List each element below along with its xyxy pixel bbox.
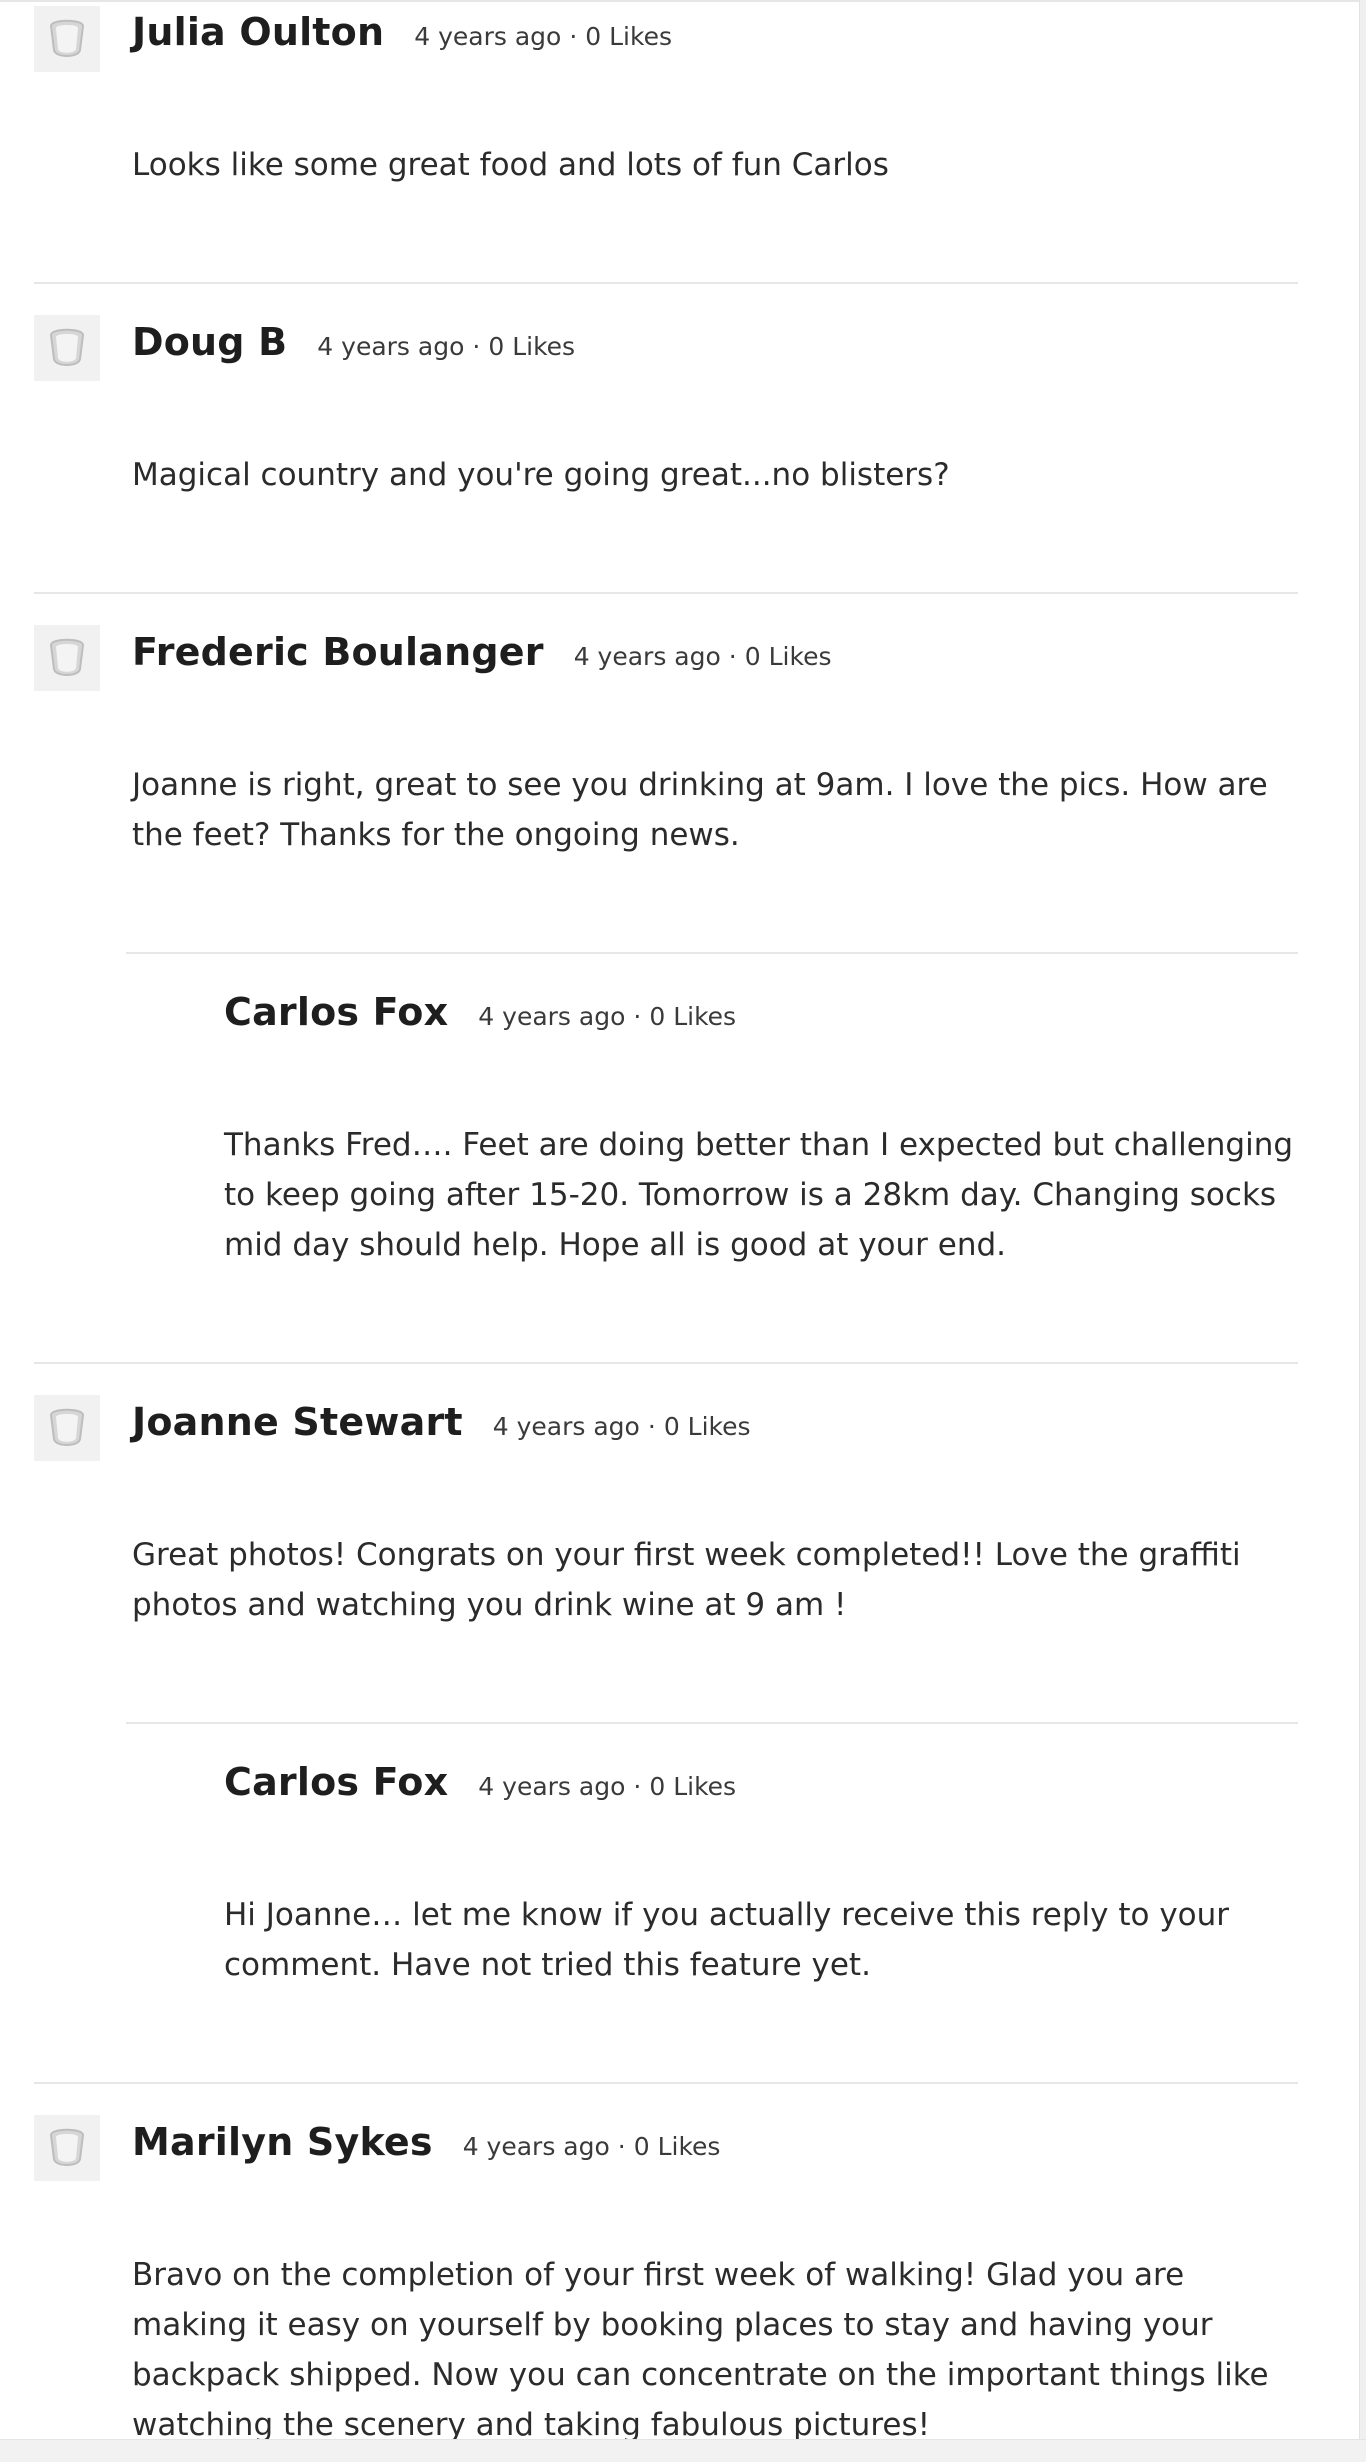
comment-time[interactable]: 4 years ago <box>493 1412 640 1441</box>
comment-likes[interactable]: 0 Likes <box>488 332 575 361</box>
comment-meta: 4 years ago · 0 Likes <box>493 1412 751 1441</box>
comment-author[interactable]: Joanne Stewart <box>132 1400 463 1444</box>
comment-meta: 4 years ago · 0 Likes <box>478 1002 736 1031</box>
comment-header: Frederic Boulanger 4 years ago · 0 Likes <box>132 630 831 674</box>
scrollbar-track[interactable] <box>1359 0 1366 2462</box>
comment-divider <box>126 952 1298 954</box>
comment-header: Carlos Fox 4 years ago · 0 Likes <box>224 1760 736 1804</box>
meta-separator: · <box>633 1002 642 1031</box>
comment-text: Joanne is right, great to see you drinki… <box>132 767 1268 853</box>
comment-text: Bravo on the completion of your first we… <box>132 2257 1269 2443</box>
meta-separator: · <box>633 1772 642 1801</box>
comment-header: Julia Oulton 4 years ago · 0 Likes <box>132 10 672 54</box>
comment-header: Joanne Stewart 4 years ago · 0 Likes <box>132 1400 751 1444</box>
comment-text: Thanks Fred…. Feet are doing better than… <box>224 1127 1294 1263</box>
comment-time[interactable]: 4 years ago <box>317 332 464 361</box>
avatar-placeholder-icon[interactable] <box>34 315 100 381</box>
comment-time[interactable]: 4 years ago <box>414 22 561 51</box>
comment-meta: 4 years ago · 0 Likes <box>414 22 672 51</box>
comments-page: Julia Oulton 4 years ago · 0 Likes Looks l… <box>0 0 1366 2462</box>
comment-text: Magical country and you're going great..… <box>132 457 950 493</box>
avatar-placeholder-icon[interactable] <box>34 625 100 691</box>
comment-likes[interactable]: 0 Likes <box>634 2132 721 2161</box>
comment-time[interactable]: 4 years ago <box>574 642 721 671</box>
comment-time[interactable]: 4 years ago <box>463 2132 610 2161</box>
comment-divider <box>34 1362 1298 1364</box>
comment-likes[interactable]: 0 Likes <box>649 1002 736 1031</box>
comment-author[interactable]: Doug B <box>132 320 287 364</box>
comment-author[interactable]: Julia Oulton <box>132 10 384 54</box>
comment-meta: 4 years ago · 0 Likes <box>478 1772 736 1801</box>
comment-text: Looks like some great food and lots of f… <box>132 147 889 183</box>
comment-author[interactable]: Carlos Fox <box>224 990 448 1034</box>
comment-likes[interactable]: 0 Likes <box>745 642 832 671</box>
comment-header: Doug B 4 years ago · 0 Likes <box>132 320 575 364</box>
comment-meta: 4 years ago · 0 Likes <box>574 642 832 671</box>
comment-time[interactable]: 4 years ago <box>478 1002 625 1031</box>
avatar-placeholder-icon[interactable] <box>34 1395 100 1461</box>
comment-likes[interactable]: 0 Likes <box>649 1772 736 1801</box>
comment-likes[interactable]: 0 Likes <box>664 1412 751 1441</box>
comment-author[interactable]: Carlos Fox <box>224 1760 448 1804</box>
comment-divider <box>34 2082 1298 2084</box>
avatar-placeholder-icon[interactable] <box>34 6 100 72</box>
comment-divider <box>126 1722 1298 1724</box>
comment-divider <box>34 592 1298 594</box>
comment-header: Marilyn Sykes 4 years ago · 0 Likes <box>132 2120 720 2164</box>
comment-meta: 4 years ago · 0 Likes <box>317 332 575 361</box>
comment-divider <box>34 282 1298 284</box>
meta-separator: · <box>617 2132 626 2161</box>
comment-author[interactable]: Marilyn Sykes <box>132 2120 433 2164</box>
comment-author[interactable]: Frederic Boulanger <box>132 630 544 674</box>
comment-likes[interactable]: 0 Likes <box>585 22 672 51</box>
comment-header: Carlos Fox 4 years ago · 0 Likes <box>224 990 736 1034</box>
comment-time[interactable]: 4 years ago <box>478 1772 625 1801</box>
top-edge <box>0 0 1366 2</box>
meta-separator: · <box>472 332 481 361</box>
meta-separator: · <box>647 1412 656 1441</box>
bottom-edge <box>0 2439 1366 2462</box>
comment-text: Hi Joanne… let me know if you actually r… <box>224 1897 1230 1983</box>
meta-separator: · <box>569 22 578 51</box>
comment-meta: 4 years ago · 0 Likes <box>463 2132 721 2161</box>
avatar-placeholder-icon[interactable] <box>34 2115 100 2181</box>
comment-text: Great photos! Congrats on your first wee… <box>132 1537 1241 1623</box>
meta-separator: · <box>728 642 737 671</box>
